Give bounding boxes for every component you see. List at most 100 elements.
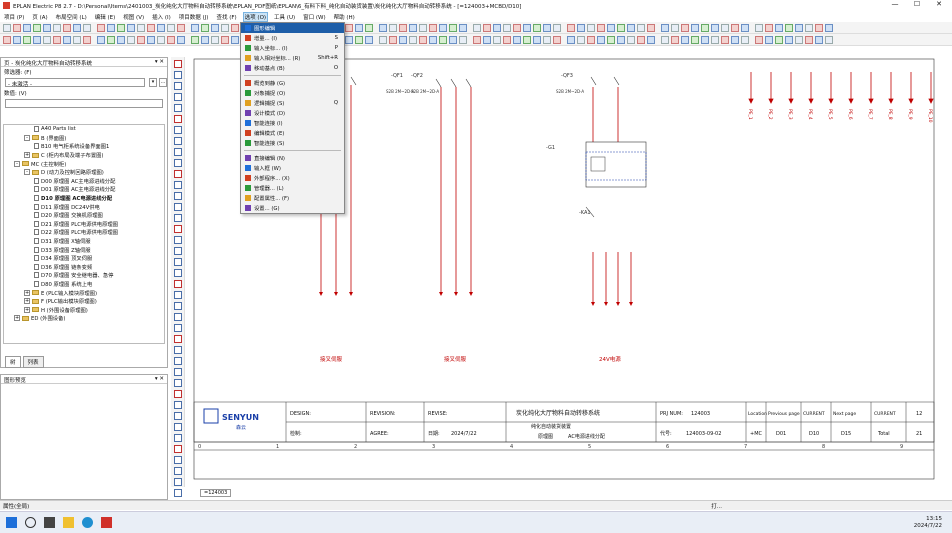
toolbar-button-icon[interactable] xyxy=(355,35,363,44)
toolbar-button-icon[interactable] xyxy=(701,23,709,32)
drawing-tool-icon[interactable] xyxy=(174,313,182,321)
toolbar-button-icon[interactable] xyxy=(449,35,457,44)
tree-item[interactable]: D10 原理图 AC电源进线分配 xyxy=(4,194,164,203)
toolbar-button-icon[interactable] xyxy=(365,35,373,44)
toolbar-button-icon[interactable] xyxy=(429,23,437,32)
toolbar-button-icon[interactable] xyxy=(201,23,209,32)
toolbar-button-icon[interactable] xyxy=(587,23,595,32)
toolbar-button-icon[interactable] xyxy=(775,23,783,32)
tree-item[interactable]: + F (PLC输出模块原理图) xyxy=(4,297,164,306)
toolbar-button-icon[interactable] xyxy=(23,35,31,44)
toolbar-button-icon[interactable] xyxy=(607,35,615,44)
toolbar-button-icon[interactable] xyxy=(567,35,575,44)
tree-item[interactable]: - B (界面图) xyxy=(4,134,164,143)
toolbar-button-icon[interactable] xyxy=(503,23,511,32)
toolbar-button-icon[interactable] xyxy=(617,35,625,44)
tree-item[interactable]: D34 原理图 顶叉伺服 xyxy=(4,254,164,263)
options-menu-item[interactable]: 配置属性... (F) xyxy=(241,193,344,203)
toolbar-button-icon[interactable] xyxy=(43,35,51,44)
toolbar-button-icon[interactable] xyxy=(127,35,135,44)
tree-item[interactable]: A40 Parts list xyxy=(4,125,164,134)
drawing-tool-icon[interactable] xyxy=(174,247,182,255)
toolbar-button-icon[interactable] xyxy=(825,35,833,44)
drawing-tool-icon[interactable] xyxy=(174,82,182,90)
toolbar-button-icon[interactable] xyxy=(221,23,229,32)
toolbar-button-icon[interactable] xyxy=(671,35,679,44)
drawing-tool-icon[interactable] xyxy=(174,192,182,200)
toolbar-button-icon[interactable] xyxy=(805,35,813,44)
file-explorer-icon[interactable] xyxy=(63,517,74,528)
toolbar-button-icon[interactable] xyxy=(473,23,481,32)
toolbar-button-icon[interactable] xyxy=(449,23,457,32)
toolbar-button-icon[interactable] xyxy=(637,35,645,44)
toolbar-button-icon[interactable] xyxy=(117,23,125,32)
toolbar-button-icon[interactable] xyxy=(523,35,531,44)
toolbar-button-icon[interactable] xyxy=(33,35,41,44)
expand-icon[interactable]: + xyxy=(24,298,30,305)
tree-item[interactable]: - MC (主控制柜) xyxy=(4,159,164,168)
toolbar-button-icon[interactable] xyxy=(681,35,689,44)
toolbar-button-icon[interactable] xyxy=(493,23,501,32)
toolbar-button-icon[interactable] xyxy=(577,23,585,32)
drawing-tool-icon[interactable] xyxy=(174,302,182,310)
toolbar-button-icon[interactable] xyxy=(543,35,551,44)
toolbar-button-icon[interactable] xyxy=(23,23,31,32)
toolbar-button-icon[interactable] xyxy=(711,35,719,44)
toolbar-button-icon[interactable] xyxy=(731,35,739,44)
menu-item-4[interactable]: 视图 (V) xyxy=(122,13,145,21)
drawing-tool-icon[interactable] xyxy=(174,467,182,475)
toolbar-button-icon[interactable] xyxy=(419,23,427,32)
drawing-tool-icon[interactable] xyxy=(174,258,182,266)
toolbar-button-icon[interactable] xyxy=(567,23,575,32)
toolbar-button-icon[interactable] xyxy=(211,23,219,32)
toolbar-button-icon[interactable] xyxy=(671,23,679,32)
toolbar-button-icon[interactable] xyxy=(389,23,397,32)
drawing-tool-icon[interactable] xyxy=(174,434,182,442)
toolbar-button-icon[interactable] xyxy=(553,23,561,32)
toolbar-button-icon[interactable] xyxy=(617,23,625,32)
drawing-tool-icon[interactable] xyxy=(174,445,182,453)
toolbar-button-icon[interactable] xyxy=(345,35,353,44)
tree-item[interactable]: + C (柜内布局及端子布置图) xyxy=(4,151,164,160)
drawing-tool-icon[interactable] xyxy=(174,368,182,376)
page-tab[interactable]: =124003 xyxy=(200,489,232,497)
toolbar-button-icon[interactable] xyxy=(711,23,719,32)
options-menu-item[interactable]: 对象捕捉 (O) xyxy=(241,88,344,98)
options-menu-item[interactable]: 设计模式 (D) xyxy=(241,108,344,118)
toolbar-button-icon[interactable] xyxy=(191,35,199,44)
drawing-tool-icon[interactable] xyxy=(174,401,182,409)
menu-item-6[interactable]: 项目数据 (J) xyxy=(178,13,210,21)
drawing-tool-icon[interactable] xyxy=(174,115,182,123)
toolbar-button-icon[interactable] xyxy=(577,35,585,44)
drawing-tool-icon[interactable] xyxy=(174,324,182,332)
toolbar-button-icon[interactable] xyxy=(137,23,145,32)
drawing-tool-icon[interactable] xyxy=(174,214,182,222)
toolbar-button-icon[interactable] xyxy=(137,35,145,44)
drawing-tool-icon[interactable] xyxy=(174,225,182,233)
toolbar-button-icon[interactable] xyxy=(147,35,155,44)
options-menu-item[interactable]: 编辑模式 (E) xyxy=(241,128,344,138)
tree-item[interactable]: D36 原理图 链条变频 xyxy=(4,263,164,272)
toolbar-button-icon[interactable] xyxy=(211,35,219,44)
expand-icon[interactable]: - xyxy=(24,134,30,141)
toolbar-button-icon[interactable] xyxy=(503,35,511,44)
toolbar-button-icon[interactable] xyxy=(365,23,373,32)
tree-item[interactable]: + H (外围设备原理图) xyxy=(4,305,164,314)
toolbar-button-icon[interactable] xyxy=(231,23,239,32)
toolbar-button-icon[interactable] xyxy=(805,23,813,32)
tree-item[interactable]: D31 原理图 X轴伺服 xyxy=(4,237,164,246)
toolbar-button-icon[interactable] xyxy=(127,23,135,32)
toolbar-button-icon[interactable] xyxy=(63,35,71,44)
toolbar-button-icon[interactable] xyxy=(419,35,427,44)
options-menu-item[interactable]: 移动基点 (B) O xyxy=(241,63,344,73)
menu-item-9[interactable]: 工具 (U) xyxy=(273,13,296,21)
options-menu-item[interactable]: 增量... (I) S xyxy=(241,33,344,43)
toolbar-button-icon[interactable] xyxy=(513,23,521,32)
toolbar-button-icon[interactable] xyxy=(439,35,447,44)
toolbar-button-icon[interactable] xyxy=(43,23,51,32)
toolbar-button-icon[interactable] xyxy=(147,23,155,32)
panel-close-icon[interactable]: ▾ ✕ xyxy=(155,59,164,65)
drawing-tool-icon[interactable] xyxy=(174,357,182,365)
drawing-tool-icon[interactable] xyxy=(174,346,182,354)
close-button[interactable]: ✕ xyxy=(928,0,950,8)
